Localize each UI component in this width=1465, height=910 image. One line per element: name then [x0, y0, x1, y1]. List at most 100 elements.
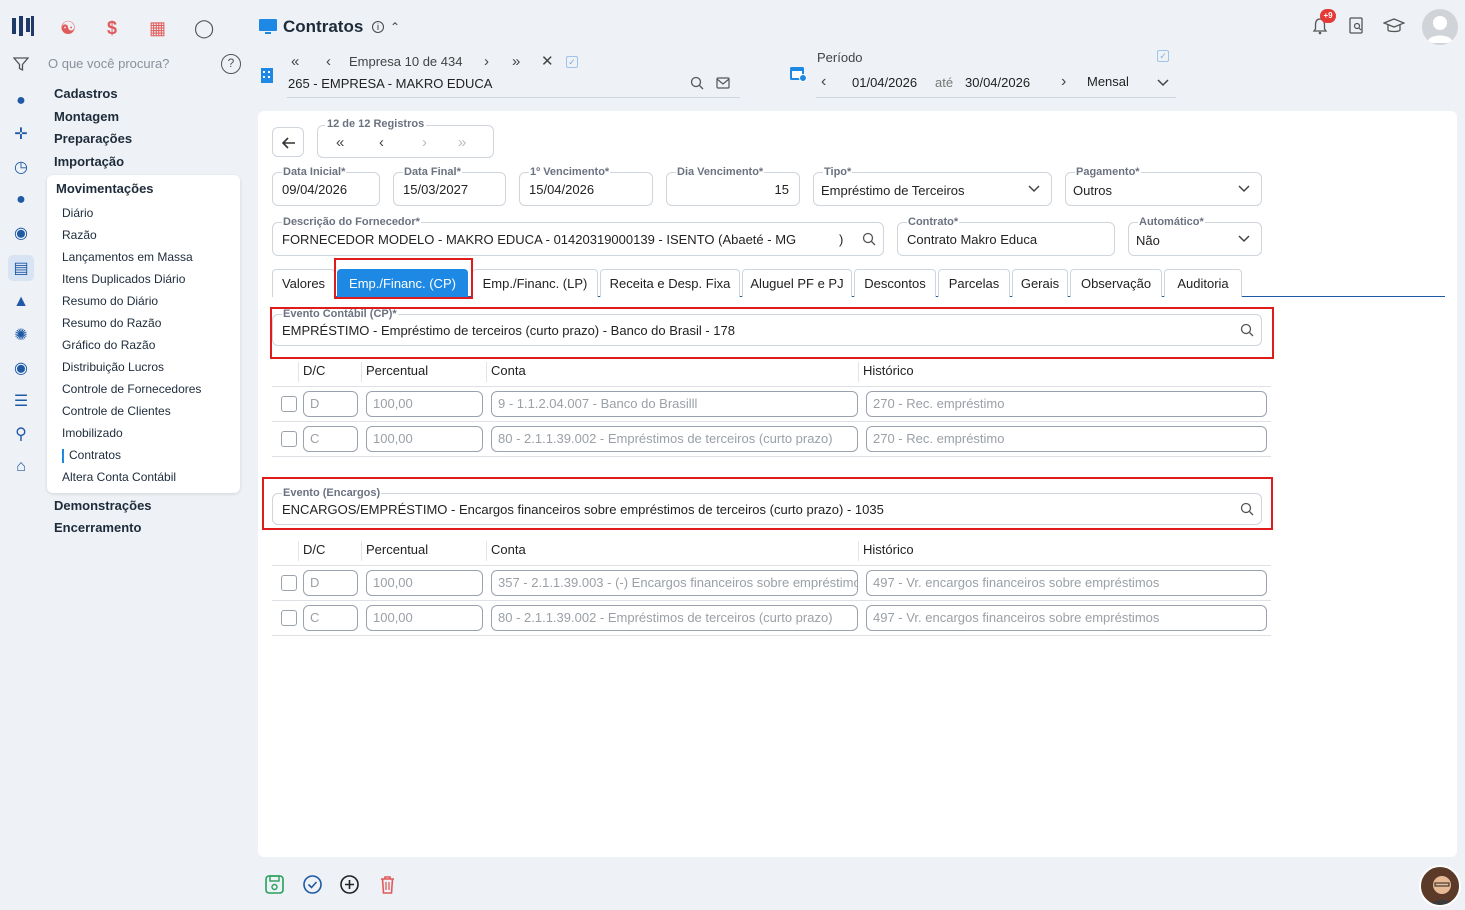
submenu-razao[interactable]: Razão: [62, 228, 97, 242]
money-bag-icon[interactable]: ◯: [194, 18, 214, 39]
row-checkbox[interactable]: [281, 575, 297, 591]
dc-input[interactable]: C: [303, 426, 358, 452]
users-icon[interactable]: ●: [10, 189, 32, 211]
menu-encerramento[interactable]: Encerramento: [54, 520, 141, 535]
person-arrow-icon[interactable]: ▲: [10, 291, 32, 313]
menu-cadastros[interactable]: Cadastros: [54, 86, 118, 101]
tab-auditoria[interactable]: Auditoria: [1164, 269, 1242, 297]
menu-preparacoes[interactable]: Preparações: [54, 131, 132, 146]
submenu-lancamentos-massa[interactable]: Lançamentos em Massa: [62, 250, 193, 264]
percentual-input[interactable]: 100,00: [366, 426, 483, 452]
data-inicial-field[interactable]: Data Inicial* 09/04/2026: [272, 166, 380, 206]
mail-icon[interactable]: [716, 77, 730, 89]
period-mode-select[interactable]: Mensal: [1087, 74, 1129, 89]
back-button[interactable]: [272, 127, 304, 157]
document-search-icon[interactable]: [1348, 17, 1365, 35]
home-icon[interactable]: ⌂: [10, 456, 32, 478]
fornecedor-field[interactable]: Descrição do Fornecedor* FORNECEDOR MODE…: [272, 216, 884, 256]
conta-input[interactable]: 80 - 2.1.1.39.002 - Empréstimos de terce…: [491, 426, 858, 452]
data-final-field[interactable]: Data Final* 15/03/2027: [393, 166, 506, 206]
period-end[interactable]: 30/04/2026: [965, 75, 1030, 90]
dollar-icon[interactable]: $: [107, 18, 117, 39]
company-checkbox[interactable]: ✓: [566, 56, 578, 68]
tab-descontos[interactable]: Descontos: [854, 269, 936, 297]
dc-input[interactable]: C: [303, 605, 358, 631]
dc-input[interactable]: D: [303, 391, 358, 417]
period-checkbox[interactable]: ✓: [1157, 50, 1169, 62]
company-search-icon[interactable]: [690, 76, 704, 90]
ledger-icon[interactable]: ▤: [8, 255, 34, 281]
group-icon[interactable]: ☯: [60, 18, 76, 39]
magnifier-icon[interactable]: ⚲: [10, 423, 32, 445]
submenu-controle-clientes[interactable]: Controle de Clientes: [62, 404, 171, 418]
help-icon[interactable]: ?: [221, 54, 241, 74]
company-select[interactable]: 265 - EMPRESA - MAKRO EDUCA: [288, 76, 492, 91]
conta-input[interactable]: 9 - 1.1.2.04.007 - Banco do Brasilll: [491, 391, 858, 417]
records-last-icon[interactable]: »: [458, 134, 466, 151]
clock-icon[interactable]: ◷: [10, 156, 32, 178]
submenu-altera-conta[interactable]: Altera Conta Contábil: [62, 470, 176, 484]
submenu-resumo-diario[interactable]: Resumo do Diário: [62, 294, 158, 308]
money-bag-rail-icon[interactable]: ◉: [10, 357, 32, 379]
percentual-input[interactable]: 100,00: [366, 605, 483, 631]
calculator-icon[interactable]: ▦: [149, 18, 166, 39]
dia-vencimento-field[interactable]: Dia Vencimento* 15: [666, 166, 800, 206]
row-checkbox[interactable]: [281, 610, 297, 626]
submenu-contratos[interactable]: Contratos: [69, 448, 121, 462]
contrato-field[interactable]: Contrato* Contrato Makro Educa: [897, 216, 1115, 256]
menu-importacao[interactable]: Importação: [54, 154, 124, 169]
conta-input[interactable]: 357 - 2.1.1.39.003 - (-) Encargos financ…: [491, 570, 858, 596]
conta-input[interactable]: 80 - 2.1.1.39.002 - Empréstimos de terce…: [491, 605, 858, 631]
pagamento-select[interactable]: Pagamento* Outros: [1065, 166, 1262, 206]
tab-emp-financ-lp[interactable]: Emp./Financ. (LP): [472, 269, 598, 297]
submenu-diario[interactable]: Diário: [62, 206, 93, 220]
records-next-icon[interactable]: ›: [422, 134, 427, 151]
period-start[interactable]: 01/04/2026: [852, 75, 917, 90]
prev-company-icon[interactable]: ‹: [326, 53, 331, 70]
tab-gerais[interactable]: Gerais: [1012, 269, 1068, 297]
graduation-cap-icon[interactable]: [1382, 17, 1406, 35]
network-icon[interactable]: ✺: [10, 324, 32, 346]
fornecedor-search-icon[interactable]: [862, 232, 876, 246]
tab-observacao[interactable]: Observação: [1070, 269, 1162, 297]
delete-icon[interactable]: [378, 874, 397, 895]
handshake-icon[interactable]: ✛: [10, 123, 32, 145]
period-next-icon[interactable]: ›: [1061, 73, 1066, 91]
user-add-icon[interactable]: ●: [10, 90, 32, 112]
save-icon[interactable]: [264, 874, 285, 895]
percentual-input[interactable]: 100,00: [366, 391, 483, 417]
period-prev-icon[interactable]: ‹: [821, 73, 826, 91]
menu-movimentacoes[interactable]: Movimentações: [56, 181, 154, 196]
tab-receita-desp-fixa[interactable]: Receita e Desp. Fixa: [600, 269, 740, 297]
next-company-icon[interactable]: ›: [484, 53, 489, 70]
historico-input[interactable]: 497 - Vr. encargos financeiros sobre emp…: [866, 570, 1267, 596]
primeiro-vencimento-field[interactable]: 1º Vencimento* 15/04/2026: [519, 166, 653, 206]
last-company-icon[interactable]: »: [512, 53, 520, 70]
row-checkbox[interactable]: [281, 431, 297, 447]
layers-icon[interactable]: ☰: [10, 390, 32, 412]
avatar[interactable]: [1422, 9, 1458, 45]
tab-valores[interactable]: Valores: [272, 269, 335, 297]
first-company-icon[interactable]: «: [291, 53, 299, 70]
dc-input[interactable]: D: [303, 570, 358, 596]
search-input[interactable]: O que você procura?: [48, 56, 169, 71]
submenu-distribuicao-lucros[interactable]: Distribuição Lucros: [62, 360, 164, 374]
info-icon[interactable]: i: [372, 21, 384, 33]
add-icon[interactable]: [339, 874, 360, 895]
submenu-itens-duplicados[interactable]: Itens Duplicados Diário: [62, 272, 185, 286]
tipo-select[interactable]: Tipo* Empréstimo de Terceiros: [813, 166, 1052, 206]
period-mode-chevron-icon[interactable]: [1156, 76, 1170, 87]
automatico-select[interactable]: Automático* Não: [1128, 216, 1262, 256]
historico-input[interactable]: 270 - Rec. empréstimo: [866, 426, 1267, 452]
close-icon[interactable]: ✕: [541, 52, 554, 70]
collapse-chevron-icon[interactable]: ⌃: [390, 20, 400, 34]
confirm-icon[interactable]: [302, 874, 323, 895]
submenu-resumo-razao[interactable]: Resumo do Razão: [62, 316, 161, 330]
menu-demonstracoes[interactable]: Demonstrações: [54, 498, 152, 513]
tab-parcelas[interactable]: Parcelas: [938, 269, 1010, 297]
submenu-controle-fornecedores[interactable]: Controle de Fornecedores: [62, 382, 201, 396]
historico-input[interactable]: 270 - Rec. empréstimo: [866, 391, 1267, 417]
assistant-avatar[interactable]: [1419, 865, 1461, 907]
records-prev-icon[interactable]: ‹: [379, 134, 384, 151]
submenu-imobilizado[interactable]: Imobilizado: [62, 426, 123, 440]
